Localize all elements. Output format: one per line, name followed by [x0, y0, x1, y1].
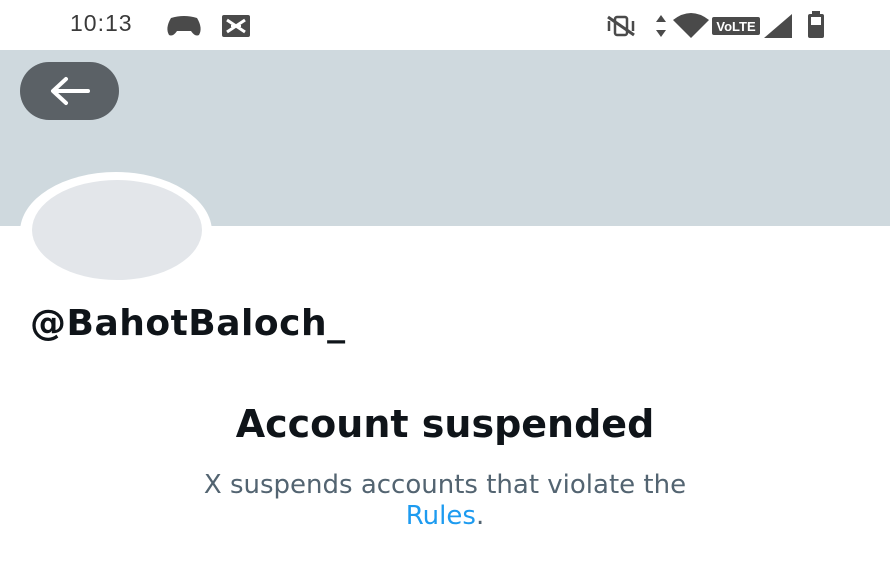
vibrate-off-icon [607, 15, 635, 37]
game-controller-icon [167, 16, 201, 36]
volte-icon: VoLTE [712, 17, 760, 35]
suspension-title: Account suspended [235, 402, 655, 446]
rules-link[interactable]: Rules [406, 501, 476, 531]
status-bar: 10:13 VoLTE [0, 0, 890, 50]
arrow-left-icon [50, 77, 90, 105]
data-saver-icon [222, 15, 250, 37]
battery-icon [808, 11, 824, 38]
profile-handle: @BahotBaloch_ [30, 303, 346, 344]
avatar[interactable] [32, 180, 202, 280]
wifi-icon [673, 13, 709, 38]
suspension-message-text: X suspends accounts that violate the [203, 470, 687, 500]
status-time: 10:13 [70, 10, 133, 36]
svg-text:VoLTE: VoLTE [716, 19, 756, 34]
suspension-message: X suspends accounts that violate the Rul… [0, 470, 890, 532]
signal-icon [764, 14, 792, 38]
back-button[interactable] [20, 62, 119, 120]
data-arrows-icon [656, 15, 666, 37]
suspension-message-period: . [475, 501, 485, 531]
